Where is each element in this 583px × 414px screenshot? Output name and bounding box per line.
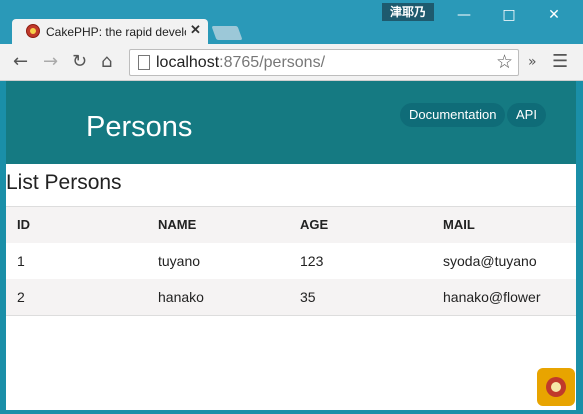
nav-documentation-link[interactable]: Documentation <box>400 103 506 127</box>
page-heading: List Persons <box>6 171 122 194</box>
column-header-name[interactable]: NAME <box>158 207 196 243</box>
close-window-icon[interactable]: ✕ <box>537 4 571 26</box>
column-header-id[interactable]: ID <box>17 207 30 243</box>
new-tab-button[interactable] <box>211 26 243 40</box>
browser-toolbar: ← → ↻ ⌂ localhost:8765/persons/ ☆ » ☰ <box>0 44 583 81</box>
cakephp-favicon-icon <box>26 24 40 38</box>
column-header-mail[interactable]: MAIL <box>443 207 475 243</box>
table-row: 1 tuyano 123 syoda@tuyano <box>6 243 576 279</box>
persons-table: ID NAME AGE MAIL 1 tuyano 123 syoda@tuya… <box>6 206 576 316</box>
table-header-row: ID NAME AGE MAIL <box>6 207 576 243</box>
title-bar: 津耶乃 — □ ✕ CakePHP: the rapid development… <box>0 0 583 44</box>
cell-id: 2 <box>17 289 25 305</box>
tab-close-icon[interactable]: ✕ <box>190 22 201 38</box>
reload-icon[interactable]: ↻ <box>72 51 87 72</box>
menu-icon[interactable]: ☰ <box>552 51 568 72</box>
nav-api-link[interactable]: API <box>507 103 546 127</box>
cell-mail: syoda@tuyano <box>443 253 537 269</box>
debug-kit-toolbar-icon[interactable] <box>537 368 575 406</box>
cell-mail: hanako@flower <box>443 289 541 305</box>
web-page: Persons Documentation API List Persons I… <box>6 81 576 410</box>
site-header: Persons Documentation API <box>6 81 576 164</box>
table-row: 2 hanako 35 hanako@flower <box>6 279 576 315</box>
cell-name: hanako <box>158 289 204 305</box>
page-icon <box>138 55 150 70</box>
extensions-chevron-icon[interactable]: » <box>528 54 537 70</box>
cell-id: 1 <box>17 253 25 269</box>
site-title[interactable]: Persons <box>86 111 192 144</box>
home-icon[interactable]: ⌂ <box>101 51 112 72</box>
user-badge: 津耶乃 <box>382 3 435 21</box>
forward-icon[interactable]: → <box>43 51 58 72</box>
minimize-icon[interactable]: — <box>447 4 481 26</box>
address-bar[interactable]: localhost:8765/persons/ ☆ <box>129 49 519 76</box>
tab-title: CakePHP: the rapid development <box>46 25 186 39</box>
back-icon[interactable]: ← <box>13 51 28 72</box>
column-header-age[interactable]: AGE <box>300 207 328 243</box>
url-text: localhost:8765/persons/ <box>156 54 326 71</box>
maximize-icon[interactable]: □ <box>492 4 526 26</box>
cell-age: 123 <box>300 253 324 269</box>
browser-tab[interactable]: CakePHP: the rapid development ✕ <box>12 19 208 44</box>
window-frame-bottom <box>0 410 583 414</box>
bookmark-star-icon[interactable]: ☆ <box>496 51 513 73</box>
cell-name: tuyano <box>158 253 201 269</box>
cell-age: 35 <box>300 289 316 305</box>
